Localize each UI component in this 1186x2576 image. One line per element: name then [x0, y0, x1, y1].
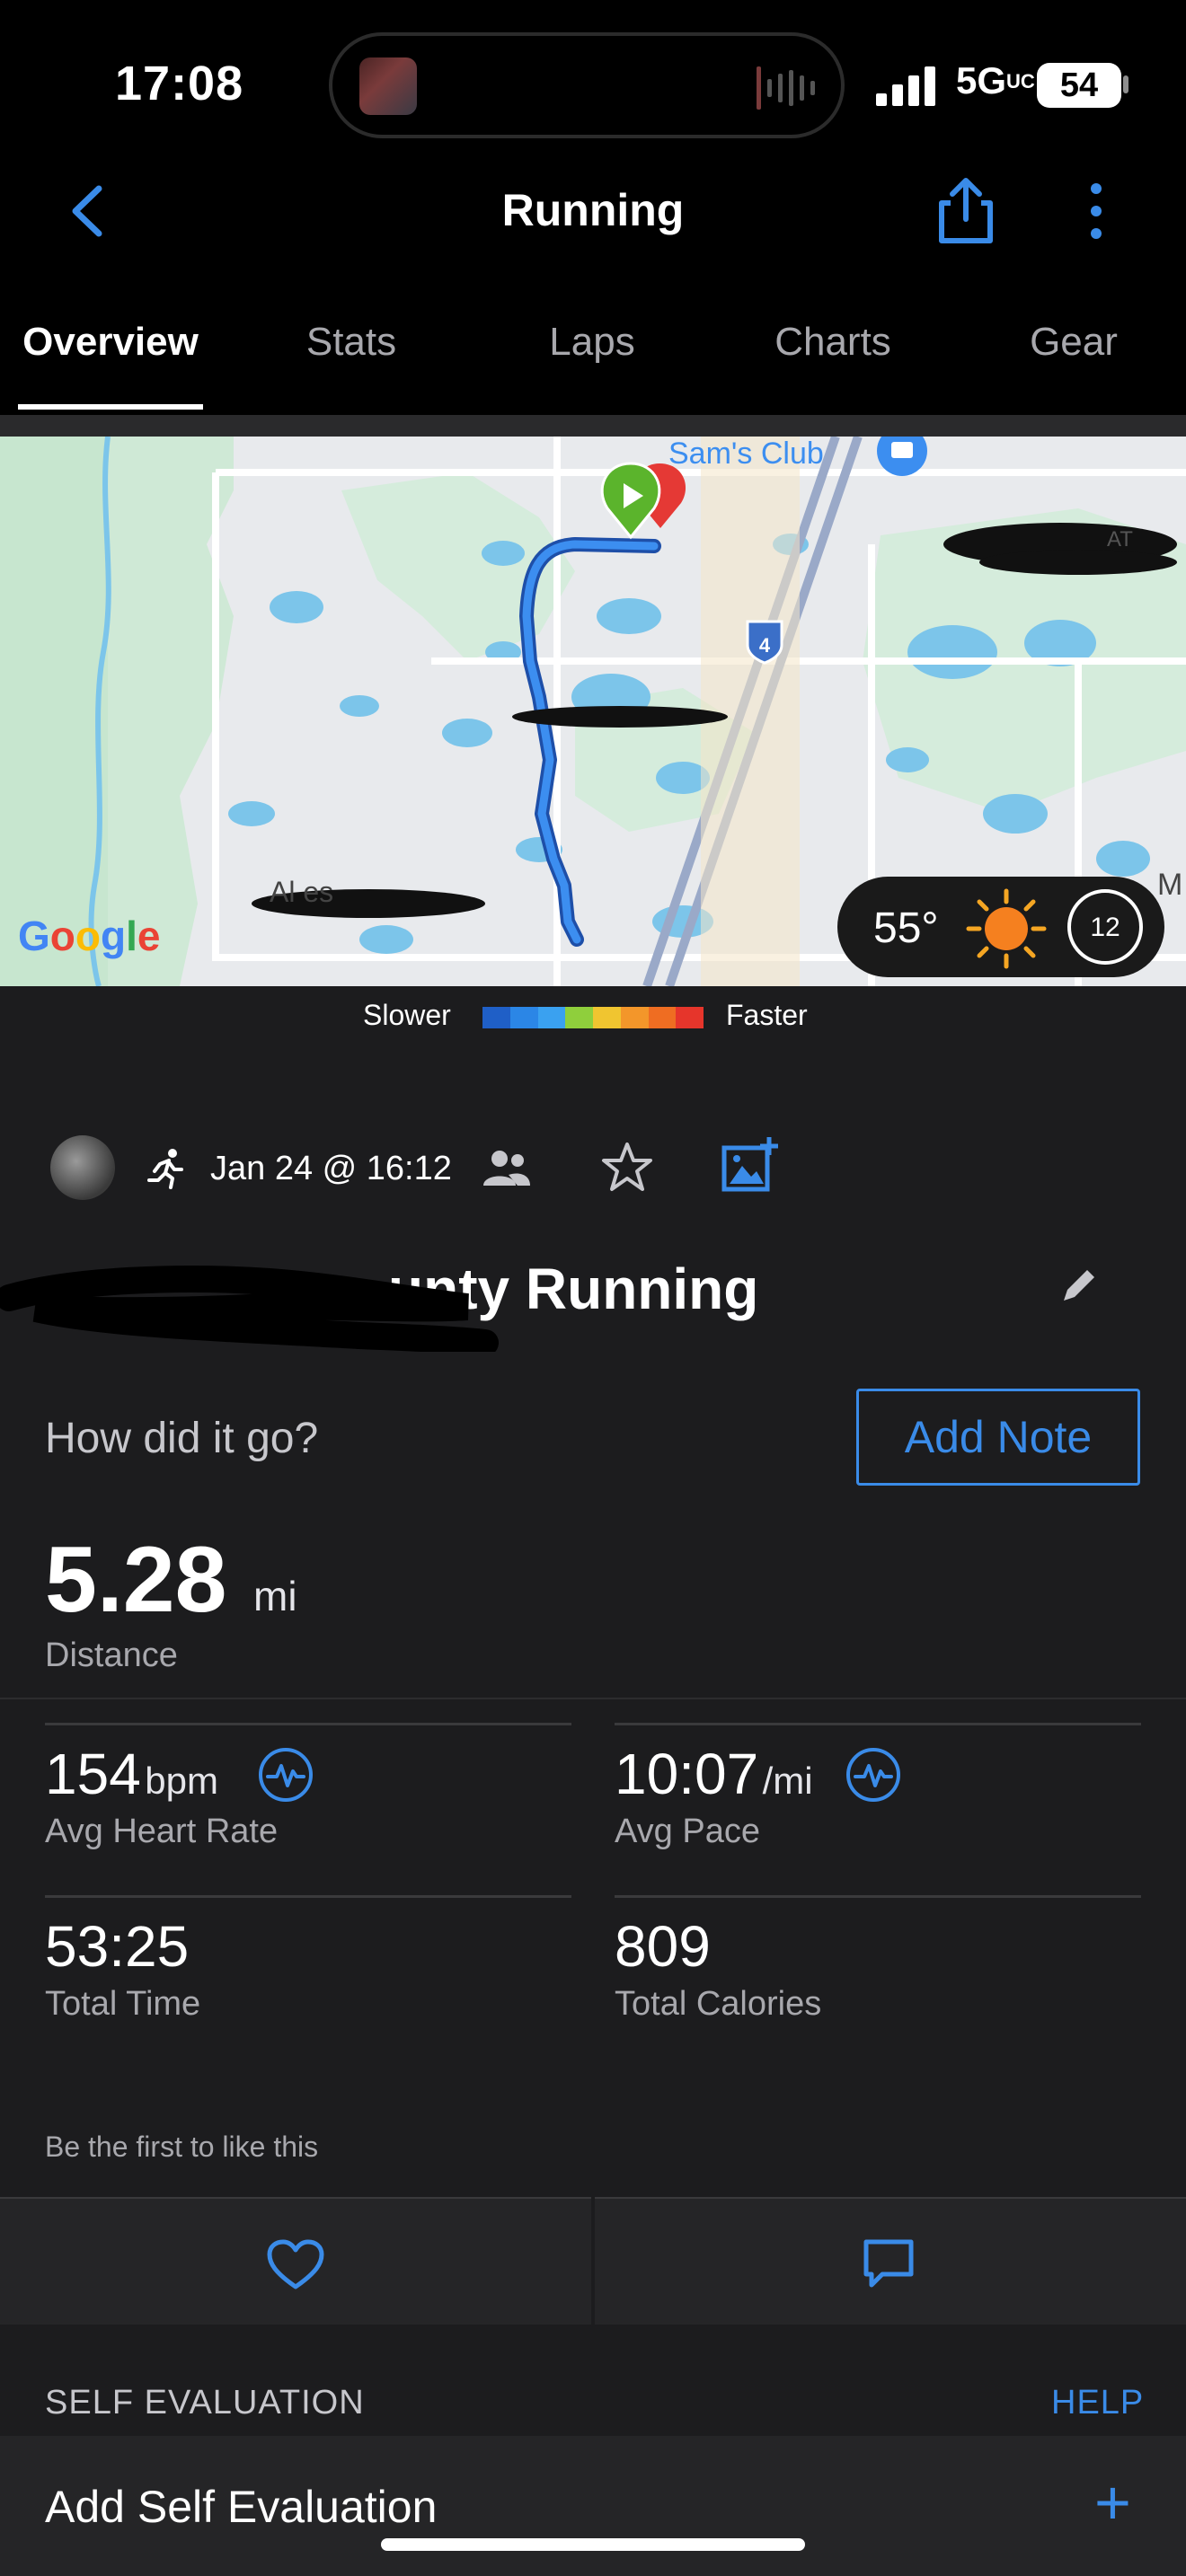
likes-text: Be the first to like this: [45, 2130, 319, 2163]
weather-temperature: 55°: [873, 904, 939, 952]
legend-color-segment: [648, 1007, 677, 1028]
dynamic-island[interactable]: [329, 32, 845, 138]
tab-divider: [0, 415, 1186, 437]
add-photo-icon[interactable]: [721, 1135, 780, 1195]
legend-color-segment: [482, 1007, 510, 1028]
map-label-m: M: [1157, 868, 1182, 902]
feedback-question: How did it go?: [45, 1415, 319, 1462]
stat-divider: [615, 1723, 1141, 1725]
section-divider: [0, 1698, 1186, 1699]
distance-unit: mi: [253, 1573, 297, 1619]
stat-divider: [45, 1723, 571, 1725]
google-logo: Google: [18, 913, 160, 959]
tab-laps[interactable]: Laps: [501, 320, 683, 365]
status-time: 17:08: [115, 57, 244, 110]
map-label-partial: Al es: [270, 876, 333, 908]
active-tab-indicator: [18, 404, 203, 410]
audio-waveform-icon: [757, 66, 815, 110]
pace-info-icon[interactable]: [845, 1746, 902, 1804]
distance-label: Distance: [45, 1636, 178, 1674]
wind-indicator: 12: [1067, 889, 1143, 965]
add-self-evaluation-label: Add Self Evaluation: [45, 2482, 438, 2532]
highway-shield-label: 4: [759, 634, 771, 657]
more-vertical-icon[interactable]: [1078, 180, 1114, 243]
favorite-star-icon[interactable]: [600, 1141, 654, 1193]
home-indicator[interactable]: [381, 2538, 805, 2551]
total-calories-label: Total Calories: [615, 1985, 822, 2023]
heart-icon: [267, 2239, 324, 2289]
distance-value: 5.28: [45, 1528, 227, 1632]
page-title: Running: [501, 185, 685, 235]
add-note-button[interactable]: Add Note: [856, 1389, 1140, 1486]
legend-faster-label: Faster: [726, 999, 808, 1031]
network-type: 5GUC: [956, 59, 1035, 101]
stat-divider: [615, 1895, 1141, 1898]
pace-label: Avg Pace: [615, 1813, 760, 1850]
pace-color-legend: [482, 1007, 704, 1028]
legend-color-segment: [593, 1007, 621, 1028]
total-time-value: 53:25: [45, 1914, 190, 1979]
signal-strength-icon: [876, 66, 935, 106]
total-time-label: Total Time: [45, 1985, 201, 2023]
weather-badge[interactable]: 55° 12: [837, 877, 1164, 977]
hr-value: 154: [45, 1742, 141, 1806]
heart-rate-info-icon[interactable]: [257, 1746, 314, 1804]
add-icon[interactable]: +: [1094, 2466, 1131, 2538]
map-label-at: AT: [1107, 527, 1133, 551]
stat-avg-heart-rate: 154 bpm: [45, 1741, 218, 1807]
network-suffix: UC: [1006, 70, 1035, 93]
pace-value: 10:07: [615, 1742, 759, 1806]
hr-unit: bpm: [145, 1760, 218, 1802]
user-avatar[interactable]: [50, 1135, 115, 1200]
stat-divider: [45, 1895, 571, 1898]
self-eval-title: SELF EVALUATION: [45, 2384, 365, 2422]
comment-icon: [863, 2239, 914, 2288]
help-link[interactable]: HELP: [1051, 2384, 1144, 2422]
legend-color-segment: [537, 1007, 566, 1028]
map-poi-label: Sam's Club: [668, 437, 824, 471]
tab-overview[interactable]: Overview: [9, 320, 212, 365]
tab-gear[interactable]: Gear: [983, 320, 1164, 365]
legend-color-segment: [676, 1007, 704, 1028]
running-icon: [147, 1149, 183, 1189]
group-icon[interactable]: [482, 1148, 532, 1187]
legend-color-segment: [509, 1007, 538, 1028]
share-icon[interactable]: [934, 176, 997, 248]
hr-label: Avg Heart Rate: [45, 1813, 279, 1850]
tab-stats[interactable]: Stats: [261, 320, 442, 365]
battery-indicator: 54: [1037, 63, 1121, 108]
edit-pencil-icon[interactable]: [1057, 1263, 1102, 1308]
legend-color-segment: [620, 1007, 649, 1028]
battery-tip: [1123, 75, 1128, 93]
like-button[interactable]: [0, 2199, 591, 2325]
stat-avg-pace: 10:07 /mi: [615, 1741, 813, 1807]
activity-date: Jan 24 @ 16:12: [210, 1150, 452, 1187]
pace-unit: /mi: [762, 1760, 813, 1802]
legend-slower-label: Slower: [363, 999, 451, 1031]
total-calories-value: 809: [615, 1914, 711, 1979]
now-playing-artwork: [359, 57, 417, 115]
redacted-name-scribble: [0, 1266, 499, 1352]
comment-button[interactable]: [595, 2199, 1186, 2325]
sun-icon: [966, 888, 1047, 969]
tab-charts[interactable]: Charts: [742, 320, 924, 365]
legend-color-segment: [565, 1007, 593, 1028]
